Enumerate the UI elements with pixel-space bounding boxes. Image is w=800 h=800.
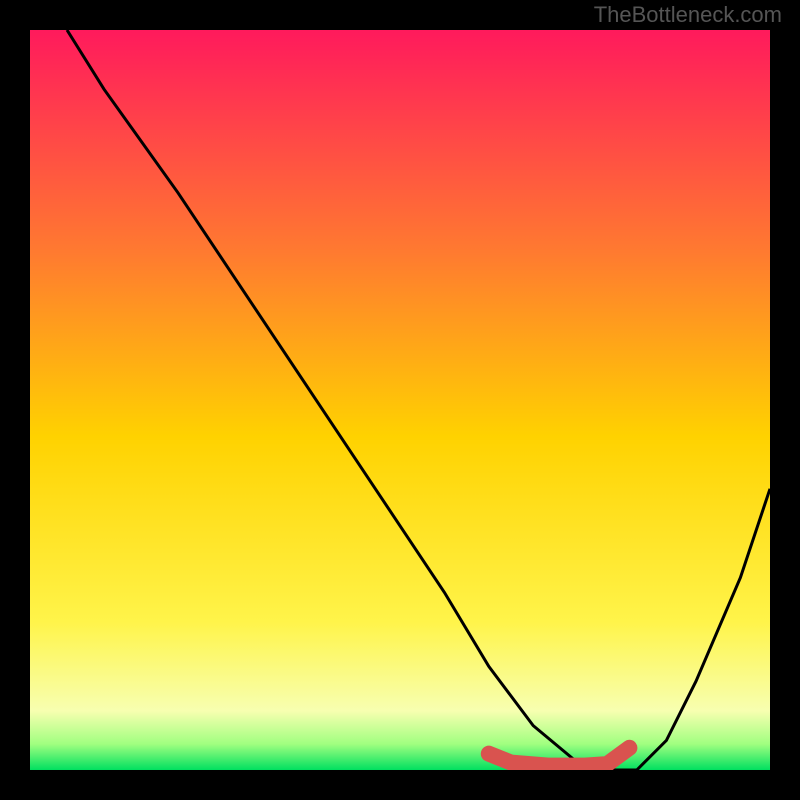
watermark-text: TheBottleneck.com: [594, 2, 782, 28]
chart-canvas: [30, 30, 770, 770]
chart-svg: [30, 30, 770, 770]
